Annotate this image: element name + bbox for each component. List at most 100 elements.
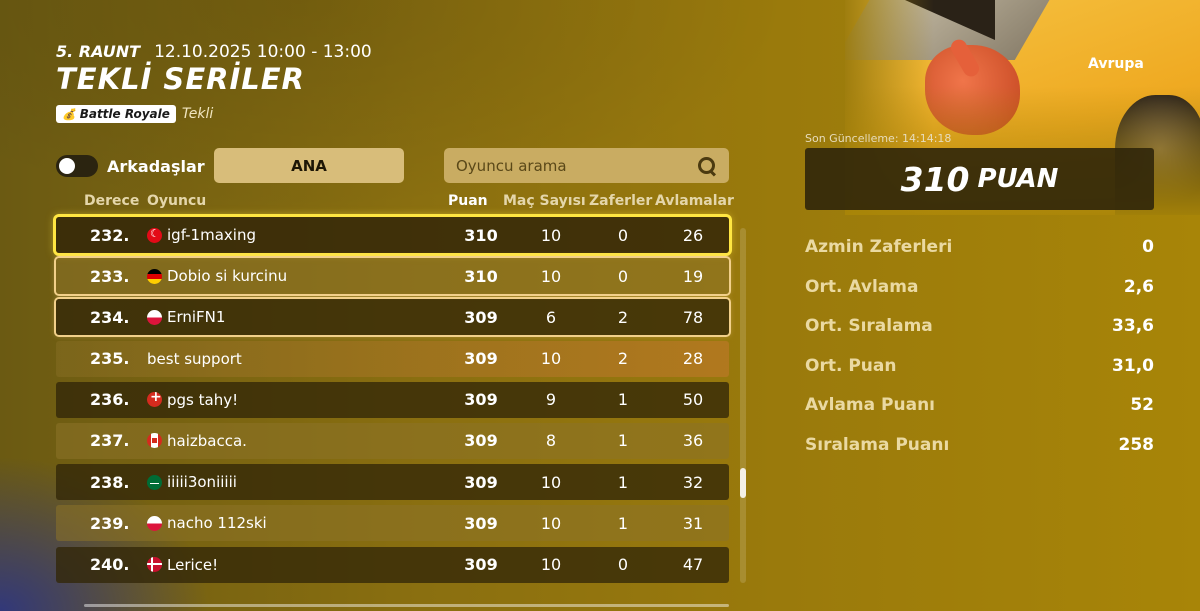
row-elims: 78: [682, 307, 704, 327]
stat-row: Ort. Sıralama 33,6: [805, 316, 1154, 336]
row-wins: 1: [617, 431, 629, 451]
table-row[interactable]: 233. Dobio si kurcinu 310 10 0 19: [56, 258, 729, 295]
col-points-header: Puan: [448, 193, 488, 209]
mode-subtitle: Tekli: [181, 106, 214, 122]
turkey-flag-icon: [147, 227, 162, 243]
row-wins: 2: [617, 307, 629, 327]
stat-label: Ort. Puan: [805, 356, 897, 376]
row-points: 309: [464, 390, 498, 410]
horizontal-scrollbar[interactable]: [84, 604, 729, 607]
round-label: 5. RAUNT: [56, 42, 141, 61]
score-unit: PUAN: [977, 164, 1059, 194]
row-wins: 0: [617, 555, 629, 574]
row-player: nacho 112ski: [167, 514, 267, 533]
saudi-arabia-flag-icon: [147, 474, 162, 490]
stat-label: Azmin Zaferleri: [805, 237, 953, 257]
row-rank: 235.: [90, 349, 130, 369]
col-elims-header: Avlamalar: [655, 193, 734, 209]
row-matches: 8: [545, 431, 557, 451]
switzerland-flag-icon: [147, 392, 162, 408]
stat-value: 0: [1142, 237, 1154, 257]
table-row[interactable]: 239. nacho 112ski 309 10 1 31: [56, 505, 729, 542]
row-rank: 233.: [90, 266, 130, 286]
row-player: igf-1maxing: [167, 226, 256, 244]
col-matches-header: Maç Sayısı: [503, 193, 586, 209]
row-wins: 0: [617, 225, 629, 245]
germany-flag-icon: [147, 268, 162, 284]
row-matches: 10: [540, 266, 562, 286]
stat-row: Ort. Avlama 2,6: [805, 277, 1154, 297]
stat-value: 2,6: [1123, 277, 1154, 297]
stat-row: Azmin Zaferleri 0: [805, 237, 1154, 257]
player-search[interactable]: [444, 148, 729, 183]
row-matches: 10: [540, 349, 562, 369]
table-row[interactable]: 240. Lerice! 309 10 0 47: [56, 546, 729, 583]
mode-badge: 💰 Battle Royale: [56, 105, 176, 123]
table-row[interactable]: 235. best support 309 10 2 28: [56, 340, 729, 377]
row-matches: 6: [545, 307, 557, 327]
row-matches: 10: [540, 513, 562, 533]
round-datetime: 12.10.2025 10:00 - 13:00: [154, 42, 372, 62]
row-player: iiiii3oniiiii: [167, 473, 237, 492]
table-row-selected[interactable]: 232. igf-1maxing 310 10 0 26: [56, 217, 729, 253]
row-rank: 239.: [90, 513, 130, 533]
leaderboard-table: 232. igf-1maxing 310 10 0 26 233. Dobio …: [56, 217, 729, 588]
col-rank-header: Derece: [84, 193, 140, 209]
row-elims: 26: [682, 225, 704, 245]
money-bag-icon: 💰: [62, 107, 76, 121]
row-rank: 234.: [90, 307, 130, 327]
col-player-header: Oyuncu: [147, 193, 207, 209]
col-wins-header: Zaferler: [589, 193, 653, 209]
row-player: best support: [147, 349, 242, 368]
poland-flag-icon: [147, 309, 162, 325]
row-matches: 10: [540, 555, 562, 574]
stat-label: Ort. Avlama: [805, 277, 919, 297]
row-elims: 28: [682, 349, 704, 369]
scrollbar-thumb[interactable]: [740, 468, 746, 498]
row-wins: 1: [617, 472, 629, 492]
mode-row: 💰 Battle Royale Tekli: [56, 105, 213, 123]
row-points: 309: [464, 307, 498, 327]
row-wins: 2: [617, 349, 629, 369]
row-points: 309: [464, 431, 498, 451]
row-wins: 0: [617, 266, 629, 286]
row-player: ErniFN1: [167, 308, 226, 327]
row-rank: 238.: [90, 472, 130, 492]
row-points: 309: [464, 555, 498, 574]
stat-value: 33,6: [1112, 316, 1154, 336]
row-points: 309: [464, 472, 498, 492]
score-box: 310 PUAN: [805, 148, 1154, 210]
row-wins: 1: [617, 390, 629, 410]
row-matches: 10: [540, 472, 562, 492]
search-input[interactable]: [456, 156, 697, 175]
denmark-flag-icon: [147, 557, 162, 572]
row-rank: 232.: [90, 225, 130, 245]
canada-flag-icon: [147, 433, 162, 449]
table-scrollbar[interactable]: [740, 228, 746, 583]
ana-button[interactable]: ANA: [214, 148, 404, 183]
row-rank: 240.: [90, 555, 130, 574]
row-elims: 32: [682, 472, 704, 492]
row-player: Dobio si kurcinu: [167, 267, 288, 286]
row-player: Lerice!: [167, 555, 219, 574]
row-elims: 50: [682, 390, 704, 410]
row-points: 310: [464, 225, 498, 245]
row-points: 310: [464, 266, 498, 286]
stat-row: Avlama Puanı 52: [805, 395, 1154, 415]
friends-label: Arkadaşlar: [107, 157, 205, 176]
friends-toggle[interactable]: [56, 155, 98, 177]
table-row[interactable]: 236. pgs tahy! 309 9 1 50: [56, 381, 729, 418]
row-wins: 1: [617, 513, 629, 533]
last-update: Son Güncelleme: 14:14:18: [805, 132, 952, 145]
row-elims: 36: [682, 431, 704, 451]
search-icon[interactable]: [697, 156, 717, 176]
row-rank: 236.: [90, 390, 130, 410]
row-points: 309: [464, 349, 498, 369]
table-row[interactable]: 234. ErniFN1 309 6 2 78: [56, 299, 729, 336]
toggle-knob: [59, 158, 75, 174]
region-label: Avrupa: [1088, 56, 1144, 72]
table-row[interactable]: 238. iiiii3oniiiii 309 10 1 32: [56, 464, 729, 501]
table-row[interactable]: 237. haizbacca. 309 8 1 36: [56, 422, 729, 459]
row-elims: 19: [682, 266, 704, 286]
mode-badge-label: Battle Royale: [79, 107, 170, 121]
